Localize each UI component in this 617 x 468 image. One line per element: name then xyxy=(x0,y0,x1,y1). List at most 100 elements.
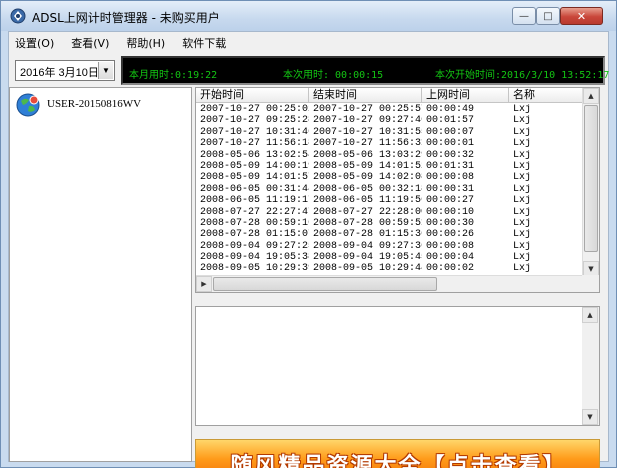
horizontal-scrollbar[interactable]: ◀ ▶ xyxy=(196,275,584,292)
scroll-up-button[interactable]: ▲ xyxy=(583,88,599,104)
cell-name: Lxj xyxy=(513,138,532,150)
cell-end-time: 2008-07-27 22:28:00 xyxy=(313,206,422,218)
cell-end-time: 2008-06-05 00:32:18 xyxy=(313,183,422,195)
session-start-text: 本次开始时间:2016/3/10 13:52:17 xyxy=(435,70,610,81)
user-list-pane: USER-20150816WV xyxy=(9,87,192,462)
minimize-button[interactable]: — xyxy=(512,7,536,25)
menu-bar: 设置(O) 查看(V) 帮助(H) 软件下载 xyxy=(9,32,608,53)
cell-name: Lxj xyxy=(513,195,532,207)
cell-duration: 00:00:02 xyxy=(426,263,475,275)
table-row[interactable]: 2008-09-04 09:27:25 2008-09-04 09:27:36 00… xyxy=(196,241,583,252)
table-row[interactable]: 2008-06-05 11:19:17 2008-06-05 11:19:56 00… xyxy=(196,195,583,206)
cell-duration: 00:00:32 xyxy=(426,149,475,161)
cell-name: Lxj xyxy=(513,183,532,195)
cell-name: Lxj xyxy=(513,229,532,241)
cell-end-time: 2007-10-27 10:31:55 xyxy=(313,126,422,138)
cell-duration: 00:00:31 xyxy=(426,183,475,195)
table-row[interactable]: 2007-10-27 09:25:28 2007-10-27 09:27:46 00… xyxy=(196,115,583,126)
cell-start-time: 2007-10-27 11:56:18 xyxy=(200,138,309,150)
cell-duration: 00:00:01 xyxy=(426,138,475,150)
cell-duration: 00:00:07 xyxy=(426,126,475,138)
cell-name: Lxj xyxy=(513,172,532,184)
chevron-down-icon[interactable]: ▼ xyxy=(98,62,113,79)
ad-banner[interactable]: 随风精品资源大全【点击查看】 xyxy=(195,439,600,468)
table-row[interactable]: 2008-07-28 00:59:16 2008-07-28 00:59:51 00… xyxy=(196,218,583,229)
user-item-label[interactable]: USER-20150816WV xyxy=(47,98,141,110)
maximize-button[interactable]: □ xyxy=(536,7,560,25)
detail-scroll-up-button[interactable]: ▲ xyxy=(582,307,598,323)
network-globe-icon[interactable] xyxy=(15,92,41,118)
cell-duration: 00:00:08 xyxy=(426,172,475,184)
horizontal-scroll-thumb[interactable] xyxy=(213,277,437,291)
table-row[interactable]: 2008-07-27 22:27:47 2008-07-27 22:28:00 00… xyxy=(196,207,583,218)
cell-start-time: 2007-10-27 10:31:46 xyxy=(200,126,309,138)
cell-end-time: 2007-10-27 09:27:46 xyxy=(313,115,422,127)
usage-records-table: 开始时间 结束时间 上网时间 名称 2007-10-27 00:25:02 200… xyxy=(195,87,600,293)
table-row[interactable]: 2008-09-05 10:29:39 2008-09-05 10:29:44 00… xyxy=(196,263,583,274)
table-row[interactable]: 2007-10-27 11:56:18 2007-10-27 11:56:31 00… xyxy=(196,138,583,149)
date-picker[interactable]: 2016年 3月10日 ▼ xyxy=(15,60,115,81)
menu-help[interactable]: 帮助(H) xyxy=(126,35,165,51)
cell-name: Lxj xyxy=(513,240,532,252)
menu-download[interactable]: 软件下载 xyxy=(182,35,226,51)
table-row[interactable]: 2008-05-09 14:00:19 2008-05-09 14:01:52 00… xyxy=(196,161,583,172)
cell-end-time: 2008-09-04 19:05:45 xyxy=(313,252,422,264)
cell-start-time: 2008-05-06 13:02:54 xyxy=(200,149,309,161)
cell-duration: 00:00:27 xyxy=(426,195,475,207)
detail-panel[interactable]: ▲ ▼ xyxy=(195,306,600,426)
cell-duration: 00:00:04 xyxy=(426,252,475,264)
cell-name: Lxj xyxy=(513,217,532,229)
ad-banner-text[interactable]: 随风精品资源大全【点击查看】 xyxy=(196,448,599,468)
usage-status-panel: 本月用时:0:19:22 本次用时: 00:00:15 本次开始时间:2016/… xyxy=(121,56,609,85)
cell-name: Lxj xyxy=(513,104,532,115)
cell-start-time: 2008-07-28 00:59:16 xyxy=(200,217,309,229)
vertical-scroll-thumb[interactable] xyxy=(584,105,598,252)
table-row[interactable]: 2007-10-27 10:31:46 2007-10-27 10:31:55 00… xyxy=(196,127,583,138)
column-header-duration[interactable]: 上网时间 xyxy=(422,88,509,103)
cell-start-time: 2008-05-09 14:01:57 xyxy=(200,172,309,184)
cell-name: Lxj xyxy=(513,252,532,264)
cell-start-time: 2008-06-05 11:19:17 xyxy=(200,195,309,207)
table-row[interactable]: 2008-09-04 19:05:38 2008-09-04 19:05:45 00… xyxy=(196,252,583,263)
cell-start-time: 2008-09-04 19:05:38 xyxy=(200,252,309,264)
table-row[interactable]: 2008-05-06 13:02:54 2008-05-06 13:03:29 00… xyxy=(196,150,583,161)
cell-duration: 00:00:49 xyxy=(426,104,475,115)
menu-settings[interactable]: 设置(O) xyxy=(15,35,54,51)
table-row[interactable]: 2008-06-05 00:31:44 2008-06-05 00:32:18 00… xyxy=(196,184,583,195)
cell-duration: 00:00:26 xyxy=(426,229,475,241)
month-usage-text: 本月用时:0:19:22 xyxy=(129,70,218,81)
menu-view[interactable]: 查看(V) xyxy=(71,35,109,51)
cell-duration: 00:01:57 xyxy=(426,115,475,127)
cell-start-time: 2007-10-27 09:25:28 xyxy=(200,115,309,127)
vertical-scrollbar[interactable]: ▲ ▼ xyxy=(582,88,599,277)
table-row[interactable]: 2007-10-27 00:25:02 2007-10-27 00:25:57 00… xyxy=(196,104,583,115)
column-header-name[interactable]: 名称 xyxy=(509,88,583,103)
cell-duration: 00:00:10 xyxy=(426,206,475,218)
column-header-end[interactable]: 结束时间 xyxy=(309,88,422,103)
scroll-corner xyxy=(582,275,599,292)
close-button[interactable]: ✕ xyxy=(560,7,603,25)
toolbar: 2016年 3月10日 ▼ 本月用时:0:19:22 本次用时: 00:00:1… xyxy=(9,53,609,87)
cell-start-time: 2008-09-05 10:29:39 xyxy=(200,263,309,275)
cell-end-time: 2008-09-05 10:29:44 xyxy=(313,263,422,275)
cell-start-time: 2008-05-09 14:00:19 xyxy=(200,160,309,172)
cell-duration: 00:00:30 xyxy=(426,217,475,229)
cell-name: Lxj xyxy=(513,149,532,161)
cell-start-time: 2008-07-28 01:15:07 xyxy=(200,229,309,241)
window-title: ADSL上网计时管理器 - 未购买用户 xyxy=(32,11,220,25)
cell-end-time: 2008-05-06 13:03:29 xyxy=(313,149,422,161)
detail-scrollbar[interactable]: ▲ ▼ xyxy=(582,307,599,425)
records-pane: 开始时间 结束时间 上网时间 名称 2007-10-27 00:25:02 200… xyxy=(195,87,609,468)
detail-scroll-down-button[interactable]: ▼ xyxy=(582,409,598,425)
app-window: ADSL上网计时管理器 - 未购买用户 — □ ✕ 设置(O) 查看(V) 帮助… xyxy=(0,0,617,468)
client-area: 设置(O) 查看(V) 帮助(H) 软件下载 2016年 3月10日 ▼ 本月用… xyxy=(8,31,609,468)
table-row[interactable]: 2008-07-28 01:15:07 2008-07-28 01:15:36 00… xyxy=(196,229,583,240)
cell-start-time: 2008-07-27 22:27:47 xyxy=(200,206,309,218)
cell-name: Lxj xyxy=(513,206,532,218)
column-header-start[interactable]: 开始时间 xyxy=(196,88,309,103)
scroll-right-button[interactable]: ▶ xyxy=(196,276,212,292)
cell-end-time: 2008-07-28 01:15:36 xyxy=(313,229,422,241)
table-body: 2007-10-27 00:25:02 2007-10-27 00:25:57 00… xyxy=(196,104,583,276)
title-bar[interactable]: ADSL上网计时管理器 - 未购买用户 — □ ✕ xyxy=(1,1,616,31)
table-row[interactable]: 2008-05-09 14:01:57 2008-05-09 14:02:08 00… xyxy=(196,172,583,183)
